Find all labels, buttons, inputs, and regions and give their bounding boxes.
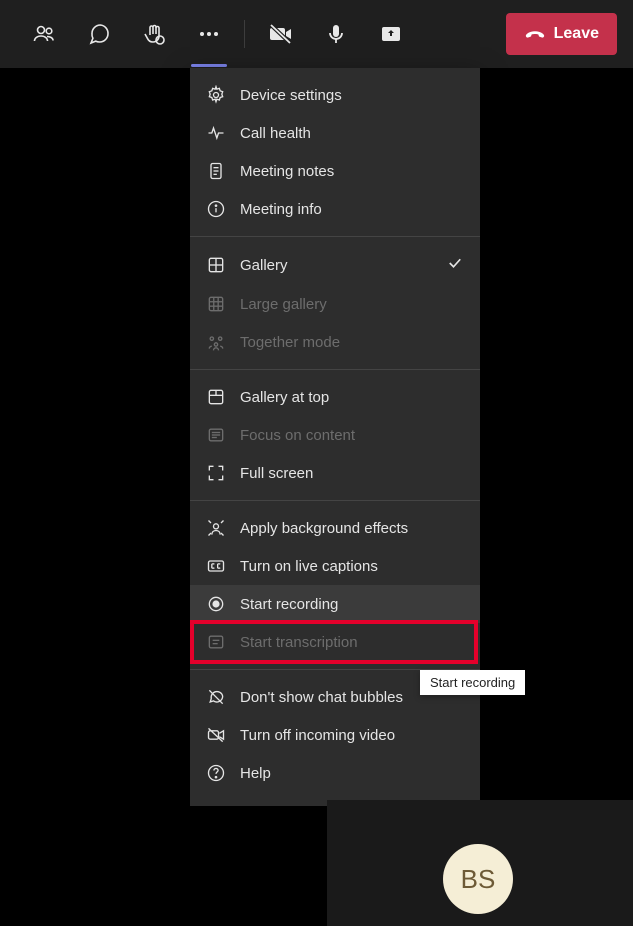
large-gallery-icon <box>206 294 226 314</box>
camera-off-icon <box>269 22 293 46</box>
reactions-button[interactable] <box>126 9 181 59</box>
menu-gallery-top[interactable]: Gallery at top <box>190 378 480 416</box>
more-icon <box>197 22 221 46</box>
camera-button[interactable] <box>253 9 308 59</box>
menu-label: Start transcription <box>240 634 358 651</box>
more-dropdown: Device settings Call health Meeting note… <box>190 68 480 806</box>
mic-icon <box>324 22 348 46</box>
menu-label: Large gallery <box>240 296 327 313</box>
gallery-top-icon <box>206 387 226 407</box>
together-icon <box>206 332 226 352</box>
menu-label: Meeting info <box>240 201 322 218</box>
menu-label: Device settings <box>240 87 342 104</box>
tooltip: Start recording <box>420 670 525 695</box>
fullscreen-icon <box>206 463 226 483</box>
menu-label: Full screen <box>240 465 313 482</box>
menu-label: Start recording <box>240 596 338 613</box>
toolbar-divider <box>244 20 245 48</box>
menu-label: Turn on live captions <box>240 558 378 575</box>
chat-bubbles-icon <box>206 687 226 707</box>
gallery-icon <box>206 255 226 275</box>
avatar: BS <box>443 844 513 914</box>
focus-icon <box>206 425 226 445</box>
menu-label: Apply background effects <box>240 520 408 537</box>
gear-icon <box>206 85 226 105</box>
info-icon <box>206 199 226 219</box>
menu-label: Help <box>240 765 271 782</box>
menu-device-settings[interactable]: Device settings <box>190 76 480 114</box>
menu-label: Turn off incoming video <box>240 727 395 744</box>
menu-label: Gallery <box>240 257 288 274</box>
more-button[interactable] <box>181 9 236 59</box>
menu-start-transcription: Start transcription <box>190 623 480 661</box>
meeting-toolbar: Leave <box>0 0 633 68</box>
video-off-icon <box>206 725 226 745</box>
menu-label: Gallery at top <box>240 389 329 406</box>
health-icon <box>206 123 226 143</box>
people-icon <box>32 22 56 46</box>
share-button[interactable] <box>363 9 418 59</box>
hangup-icon <box>524 23 546 45</box>
menu-label: Call health <box>240 125 311 142</box>
leave-button[interactable]: Leave <box>506 13 617 55</box>
record-icon <box>206 594 226 614</box>
chat-icon <box>87 22 111 46</box>
hand-emoji-icon <box>142 22 166 46</box>
share-icon <box>379 22 403 46</box>
menu-gallery[interactable]: Gallery <box>190 245 480 285</box>
menu-call-health[interactable]: Call health <box>190 114 480 152</box>
bg-effects-icon <box>206 518 226 538</box>
menu-large-gallery: Large gallery <box>190 285 480 323</box>
leave-label: Leave <box>554 25 599 43</box>
menu-help[interactable]: Help <box>190 754 480 792</box>
menu-live-captions[interactable]: Turn on live captions <box>190 547 480 585</box>
transcription-icon <box>206 632 226 652</box>
cc-icon <box>206 556 226 576</box>
menu-together-mode: Together mode <box>190 323 480 361</box>
help-icon <box>206 763 226 783</box>
menu-meeting-notes[interactable]: Meeting notes <box>190 152 480 190</box>
menu-label: Don't show chat bubbles <box>240 689 403 706</box>
check-icon <box>446 254 464 276</box>
menu-meeting-info[interactable]: Meeting info <box>190 190 480 228</box>
menu-focus-content: Focus on content <box>190 416 480 454</box>
menu-start-recording[interactable]: Start recording <box>190 585 480 623</box>
menu-fullscreen[interactable]: Full screen <box>190 454 480 492</box>
menu-incoming-video[interactable]: Turn off incoming video <box>190 716 480 754</box>
menu-label: Focus on content <box>240 427 355 444</box>
mic-button[interactable] <box>308 9 363 59</box>
chat-button[interactable] <box>71 9 126 59</box>
menu-label: Meeting notes <box>240 163 334 180</box>
active-underline <box>191 64 227 67</box>
people-button[interactable] <box>16 9 71 59</box>
menu-bg-effects[interactable]: Apply background effects <box>190 509 480 547</box>
menu-label: Together mode <box>240 334 340 351</box>
notes-icon <box>206 161 226 181</box>
